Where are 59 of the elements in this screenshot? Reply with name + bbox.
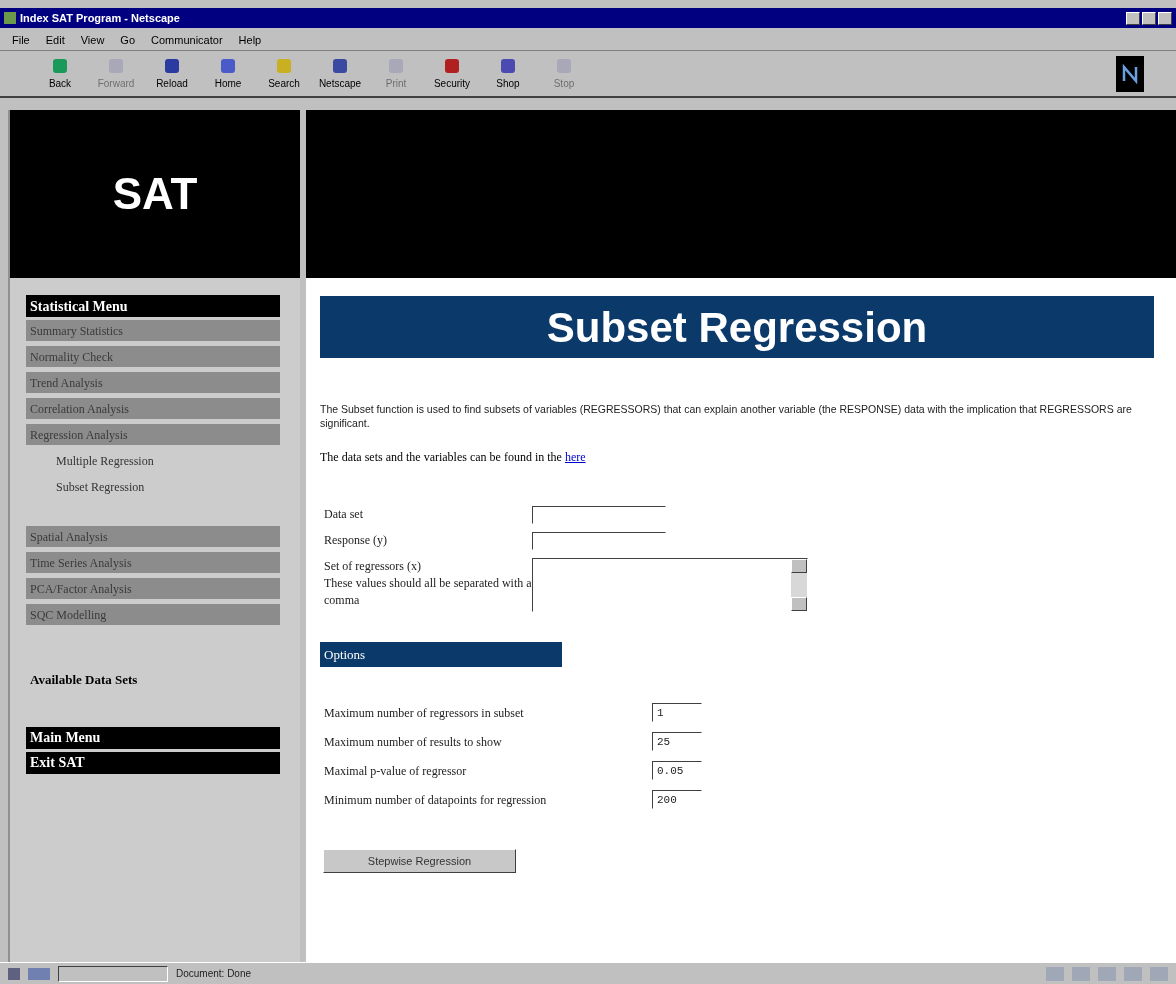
minimize-icon[interactable] xyxy=(1126,11,1140,25)
page-title: Subset Regression xyxy=(320,296,1154,358)
toolbar-button[interactable]: Search xyxy=(256,56,312,91)
submenu-link[interactable]: Multiple Regression xyxy=(56,452,280,470)
data-sets-link[interactable]: Available Data Sets xyxy=(26,670,280,690)
field-label: Data set xyxy=(324,506,364,523)
menu-link[interactable]: Regression Analysis xyxy=(26,424,280,445)
menu-link[interactable]: Trend Analysis xyxy=(26,372,280,393)
regressors-textarea[interactable] xyxy=(532,558,808,612)
option-label: Minimum number of datapoints for regression xyxy=(324,791,548,809)
scrollbar[interactable] xyxy=(791,559,807,611)
connection-icon xyxy=(28,967,50,980)
input-field[interactable]: 200 xyxy=(652,790,702,809)
menu-link[interactable]: Exit SAT xyxy=(26,751,280,774)
description-text: The Subset function is used to find subsets of variables (REGRESSORS) that can explain another variable (the RESPONSE) data with the implication that REGRESSORS are significant. xyxy=(320,402,1133,430)
toolbar-button[interactable]: Shop xyxy=(480,56,536,91)
menu-item[interactable]: Edit xyxy=(45,31,65,49)
toolbar-button[interactable]: Reload xyxy=(144,56,200,91)
sat-logo: SAT xyxy=(112,168,198,220)
app-icon xyxy=(4,12,16,24)
input-field[interactable]: 25 xyxy=(652,732,702,751)
scroll-up-icon[interactable] xyxy=(791,559,807,573)
lock-icon xyxy=(8,967,20,980)
status-text: Document: Done xyxy=(176,967,252,981)
field-label: Set of regressors (x) These values should all be separated with a comma xyxy=(324,558,532,609)
stepwise-regression-button[interactable]: Stepwise Regression xyxy=(323,849,516,873)
menu-link[interactable]: Summary Statistics xyxy=(26,320,280,341)
window-title: Index SAT Program - Netscape xyxy=(20,10,180,26)
menu-item[interactable]: Communicator xyxy=(151,31,223,49)
options-heading: Options xyxy=(320,642,562,667)
option-label: Maximal p-value of regressor xyxy=(324,762,468,780)
close-icon[interactable] xyxy=(1158,11,1172,25)
toolbar-button[interactable]: Back xyxy=(32,56,88,91)
option-label: Maximum number of regressors in subset xyxy=(324,704,525,722)
menu-item[interactable]: View xyxy=(80,31,105,49)
field-label: Response (y) xyxy=(324,532,388,549)
maximize-icon[interactable] xyxy=(1142,11,1156,25)
menu-item[interactable]: Go xyxy=(120,31,136,49)
menu-link[interactable]: SQC Modelling xyxy=(26,604,280,625)
menu-link[interactable]: Normality Check xyxy=(26,346,280,367)
menu-link[interactable]: PCA/Factor Analysis xyxy=(26,578,280,599)
menu-heading: Statistical Menu xyxy=(26,295,280,317)
menu-link[interactable]: Spatial Analysis xyxy=(26,526,280,547)
menu-item[interactable]: Help xyxy=(238,31,262,49)
menu-link[interactable]: Correlation Analysis xyxy=(26,398,280,419)
input-field[interactable]: 1 xyxy=(652,703,702,722)
toolbar-button[interactable]: Netscape xyxy=(312,56,368,91)
submenu-link[interactable]: Subset Regression xyxy=(56,478,280,496)
toolbar-button[interactable]: Home xyxy=(200,56,256,91)
menu-link[interactable]: Time Series Analysis xyxy=(26,552,280,573)
scroll-down-icon[interactable] xyxy=(791,597,807,611)
data-note-text: The data sets and the variables can be found in the here xyxy=(320,449,587,466)
netscape-logo-icon xyxy=(1116,55,1144,92)
menu-link[interactable]: Main Menu xyxy=(26,726,280,749)
menu-item[interactable]: File xyxy=(12,31,30,49)
here-link[interactable]: here xyxy=(564,450,586,464)
toolbar-button[interactable]: Security xyxy=(424,56,480,91)
input-field[interactable]: 0.05 xyxy=(652,761,702,780)
option-label: Maximum number of results to show xyxy=(324,733,503,751)
